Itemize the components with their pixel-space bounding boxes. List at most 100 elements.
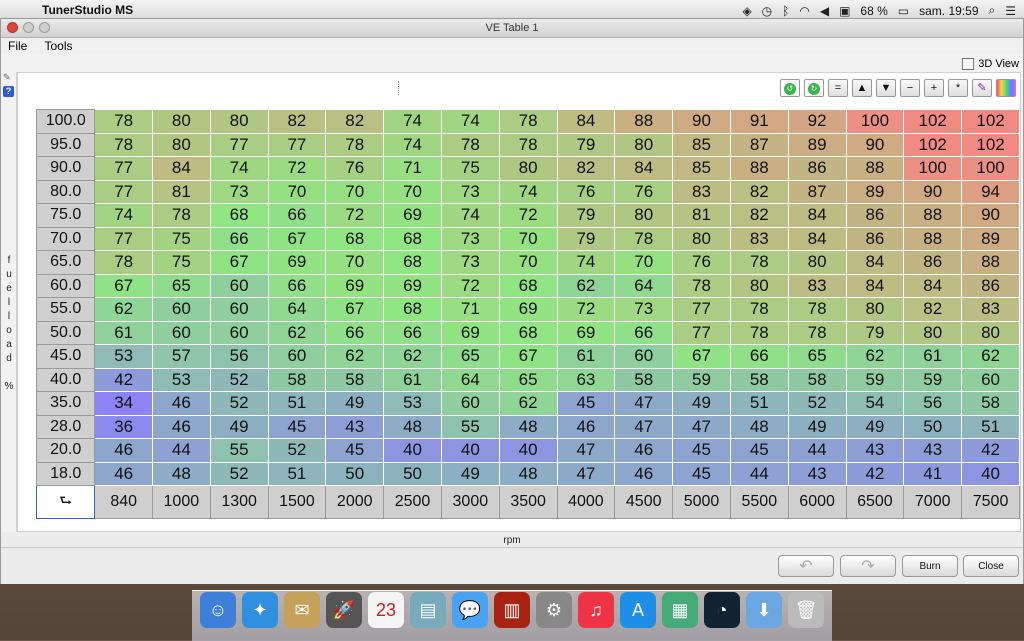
ve-cell[interactable]: 49	[672, 391, 731, 416]
y-axis-cell[interactable]: 18.0	[35, 461, 96, 486]
ve-cell[interactable]: 84	[903, 273, 963, 298]
y-axis-cell[interactable]: 90.0	[35, 156, 96, 181]
ve-cell[interactable]: 83	[787, 273, 847, 298]
ve-cell[interactable]: 46	[94, 438, 153, 463]
ve-cell[interactable]: 65	[498, 367, 558, 392]
ve-cell[interactable]: 79	[556, 132, 616, 157]
ve-cell[interactable]: 70	[383, 179, 442, 204]
ve-cell[interactable]: 86	[787, 156, 847, 181]
ve-cell[interactable]: 102	[961, 132, 1020, 157]
ve-cell[interactable]: 49	[845, 414, 905, 439]
ve-cell[interactable]: 73	[440, 250, 500, 275]
ve-cell[interactable]: 55	[440, 414, 500, 439]
ve-cell[interactable]: 74	[94, 203, 153, 228]
decrease-button[interactable]: ▼	[876, 79, 896, 97]
ve-cell[interactable]: 52	[267, 438, 327, 463]
ve-cell[interactable]: 60	[209, 320, 269, 345]
ve-cell[interactable]: 78	[440, 132, 500, 157]
ve-cell[interactable]: 49	[209, 414, 269, 439]
ve-cell[interactable]: 49	[440, 461, 500, 486]
y-axis-cell[interactable]: 80.0	[35, 179, 96, 204]
ve-cell[interactable]: 68	[383, 226, 442, 251]
ve-cell[interactable]: 84	[845, 250, 905, 275]
ve-cell[interactable]: 88	[903, 203, 963, 228]
ve-cell[interactable]: 68	[383, 250, 442, 275]
time-machine-icon[interactable]: ◷	[762, 4, 772, 18]
bluetooth-icon[interactable]: ᛒ	[782, 4, 789, 18]
ve-cell[interactable]: 60	[267, 344, 327, 369]
y-axis-cell[interactable]: 70.0	[35, 226, 96, 251]
safari-icon[interactable]: ✦	[242, 592, 278, 628]
zoom-window-icon[interactable]	[39, 22, 50, 33]
ve-cell[interactable]: 34	[94, 391, 153, 416]
ve-cell[interactable]: 66	[267, 203, 327, 228]
ve-cell[interactable]: 62	[267, 320, 327, 345]
clock[interactable]: sam. 19:59	[919, 4, 978, 18]
ve-cell[interactable]: 72	[498, 203, 558, 228]
ve-cell[interactable]: 92	[787, 109, 847, 134]
x-axis-cell[interactable]: 2500	[383, 485, 442, 519]
ve-cell[interactable]: 51	[267, 391, 327, 416]
ve-cell[interactable]: 90	[903, 179, 963, 204]
ve-cell[interactable]: 69	[383, 203, 442, 228]
ve-cell[interactable]: 87	[787, 179, 847, 204]
ve-cell[interactable]: 44	[151, 438, 211, 463]
y-axis-cell[interactable]: 75.0	[35, 203, 96, 228]
y-axis-cell[interactable]: 20.0	[35, 438, 96, 463]
ve-cell[interactable]: 60	[151, 320, 211, 345]
ve-cell[interactable]: 73	[440, 226, 500, 251]
ve-cell[interactable]: 89	[845, 179, 905, 204]
x-axis-cell[interactable]: 5500	[729, 485, 789, 519]
tunerstudio-icon[interactable]: ◔	[704, 592, 740, 628]
ve-cell[interactable]: 67	[94, 273, 153, 298]
ve-cell[interactable]: 45	[672, 438, 731, 463]
ve-cell[interactable]: 74	[556, 250, 616, 275]
ve-cell[interactable]: 80	[672, 226, 731, 251]
ve-cell[interactable]: 78	[787, 320, 847, 345]
ve-cell[interactable]: 68	[209, 203, 269, 228]
ve-cell[interactable]: 80	[151, 109, 211, 134]
y-axis-cell[interactable]: 45.0	[35, 344, 96, 369]
ve-cell[interactable]: 79	[845, 320, 905, 345]
ve-cell[interactable]: 66	[209, 226, 269, 251]
ve-cell[interactable]: 61	[556, 344, 616, 369]
ve-cell[interactable]: 71	[440, 297, 500, 322]
ve-cell[interactable]: 78	[729, 250, 789, 275]
ve-cell[interactable]: 66	[325, 320, 385, 345]
photo-booth-icon[interactable]: ▥	[494, 592, 530, 628]
ve-cell[interactable]: 69	[498, 297, 558, 322]
keyboard-icon[interactable]: ▣	[839, 4, 850, 18]
ve-cell[interactable]: 69	[556, 320, 616, 345]
ve-cell[interactable]: 73	[614, 297, 674, 322]
ve-cell[interactable]: 62	[845, 344, 905, 369]
ve-cell[interactable]: 51	[961, 414, 1020, 439]
ve-cell[interactable]: 70	[614, 250, 674, 275]
edit-icon[interactable]: ✎	[3, 72, 11, 83]
calendar-icon[interactable]: 23	[368, 592, 404, 628]
ve-cell[interactable]: 77	[672, 320, 731, 345]
ve-cell[interactable]: 86	[961, 273, 1020, 298]
y-axis-cell[interactable]: 95.0	[35, 132, 96, 157]
ve-cell[interactable]: 83	[672, 179, 731, 204]
ve-cell[interactable]: 80	[498, 156, 558, 181]
ve-cell[interactable]: 68	[383, 297, 442, 322]
ve-cell[interactable]: 78	[94, 250, 153, 275]
ve-cell[interactable]: 58	[729, 367, 789, 392]
ve-cell[interactable]: 78	[729, 320, 789, 345]
ve-cell[interactable]: 45	[729, 438, 789, 463]
ve-cell[interactable]: 68	[325, 226, 385, 251]
ve-cell[interactable]: 88	[614, 109, 674, 134]
x-axis-cell[interactable]: 4000	[556, 485, 616, 519]
ve-cell[interactable]: 78	[787, 297, 847, 322]
ve-cell[interactable]: 84	[787, 203, 847, 228]
ve-cell[interactable]: 46	[151, 391, 211, 416]
ve-cell[interactable]: 42	[961, 438, 1020, 463]
ve-cell[interactable]: 51	[729, 391, 789, 416]
ve-cell[interactable]: 60	[209, 273, 269, 298]
ve-cell[interactable]: 45	[556, 391, 616, 416]
ve-cell[interactable]: 61	[94, 320, 153, 345]
ve-cell[interactable]: 40	[961, 461, 1020, 486]
ve-cell[interactable]: 84	[845, 273, 905, 298]
ve-cell[interactable]: 72	[556, 297, 616, 322]
ve-cell[interactable]: 79	[556, 203, 616, 228]
